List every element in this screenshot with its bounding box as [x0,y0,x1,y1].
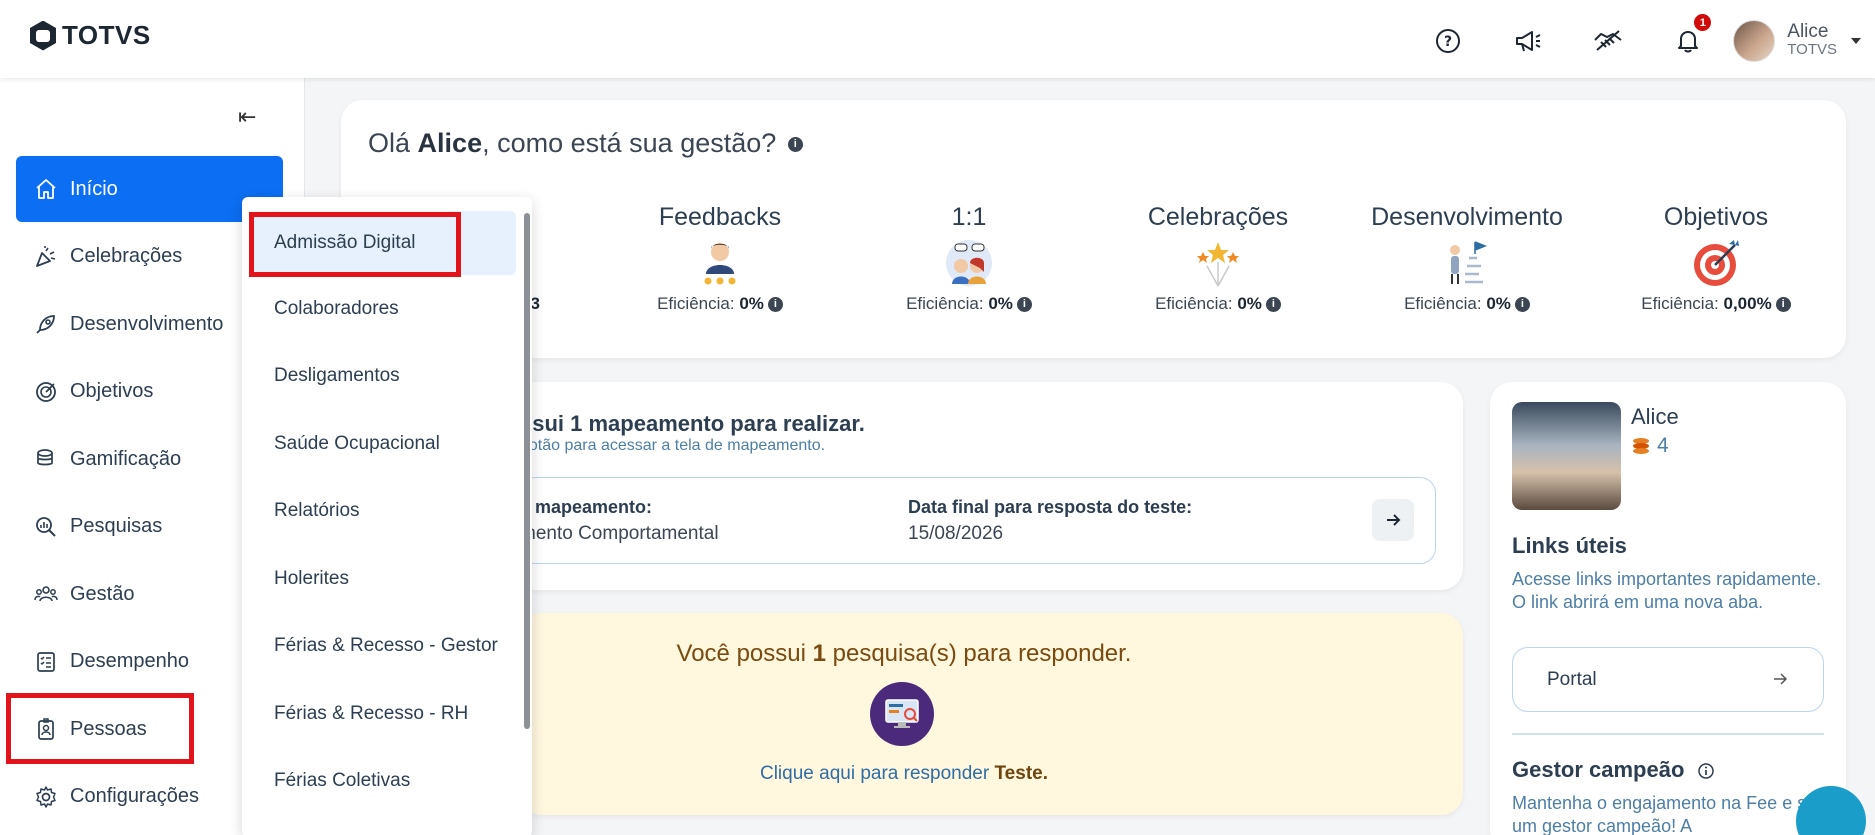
fireworks-icon [1197,242,1239,287]
submenu-item-saude-ocupacional[interactable]: Saúde Ocupacional [242,410,532,478]
megaphone-icon[interactable] [1513,26,1543,56]
svg-text:?: ? [1444,34,1452,50]
sidebar-item-label: Desenvolvimento [70,312,224,335]
profile-name: Alice [1631,404,1679,429]
users-icon [34,586,58,602]
metric-one-on-one[interactable]: 1:1 Eficiência: 0% i [869,203,1069,314]
user-name: Alice [1787,21,1829,42]
sidebar-item-label: Pesquisas [70,515,163,537]
sidebar-item-label: Desempenho [70,650,189,672]
user-company: TOTVS [1787,41,1837,58]
target-arrow-icon [1694,240,1739,286]
submenu-item-colaboradores[interactable]: Colaboradores [242,275,532,343]
target-icon [36,381,56,402]
metric-objetivos[interactable]: Objetivos Eficiência: 0,00% i [1616,203,1816,314]
coins-icon [37,449,53,466]
gear-icon [36,785,56,808]
brand-name: TOTVS [62,20,151,50]
submenu-item-ferias-rh[interactable]: Férias & Recesso - RH [242,680,532,748]
page-title: Olá Alice, como está sua gestão? i [368,128,803,159]
mapping-box[interactable] [520,477,1436,564]
info-icon[interactable]: i [787,137,803,153]
id-badge-icon [38,718,54,740]
survey-title: Você possui 1 pesquisa(s) para responder… [676,640,1132,667]
feedback-person-icon [704,243,736,285]
info-icon[interactable]: i [1265,297,1281,313]
open-mapping-button[interactable] [1372,499,1414,541]
portal-link[interactable]: Portal [1512,647,1824,712]
links-title: Links úteis [1512,533,1627,558]
bell-icon[interactable]: 1 [1673,14,1712,56]
profile-photo [1512,402,1621,510]
info-icon[interactable]: i [1514,297,1530,313]
mapping-type-label: e mapeamento: [520,497,653,517]
mapping-deadline-label: Data final para resposta do teste: [908,497,1193,517]
sidebar-item-label: Celebrações [70,245,183,267]
survey-monitor-icon [870,682,934,746]
submenu-item-holerites[interactable]: Holerites [242,545,532,613]
info-icon[interactable]: i [1016,297,1032,313]
info-icon[interactable]: i [767,297,783,313]
metric-celebracoes[interactable]: Celebrações Eficiência: 0% i [1118,203,1318,314]
submenu-item-admissao-digital[interactable]: Admissão Digital [252,211,516,275]
profile-coins: 4 [1631,434,1669,458]
submenu-item-ferias-gestor[interactable]: Férias & Recesso - Gestor [242,613,532,681]
logo-mark [30,20,56,51]
sidebar-item-label: Gestão [70,582,135,605]
checklist-icon [37,651,55,672]
arrow-right-icon [1774,673,1788,685]
search-chart-icon [36,516,56,537]
submenu-item-desligamentos[interactable]: Desligamentos [242,343,532,411]
sidebar-item-label: Pessoas [70,717,147,740]
party-icon [36,245,56,267]
collapse-sidebar-icon[interactable]: ⇤ [238,104,256,130]
mapping-title: ssui 1 mapeamento para realizar. [520,411,865,436]
divider [1512,733,1824,735]
chevron-down-icon [1851,38,1861,44]
metric-title: Feedbacks [658,203,782,231]
mapping-deadline-value: 15/08/2026 [908,523,1004,544]
coins-icon [1633,438,1649,454]
sidebar-item-label: Início [70,177,118,200]
links-description: Acesse links importantes rapidamente. O … [1512,569,1822,612]
help-icon[interactable]: ? [1433,26,1463,56]
pessoas-submenu: Admissão Digital Colaboradores Desligame… [242,197,532,835]
notification-badge: 1 [1694,14,1712,31]
arrow-right-icon [1387,514,1401,526]
home-icon [36,179,56,199]
top-bar: TOTVS ? 1 Alice TOTVS [0,0,1875,78]
metric-title: Celebrações [1147,203,1289,231]
metric-title: 1:1 [951,203,987,231]
mapping-subtitle: botão para acessar a tela de mapeamento. [520,437,826,454]
metric-desenvolvimento[interactable]: Desenvolvimento Eficiência: 0% i [1367,203,1567,314]
user-menu[interactable]: Alice TOTVS [1733,20,1861,62]
info-icon[interactable]: i [1775,297,1791,313]
gestor-description: Mantenha o engajamento na Fee e seja um … [1512,793,1831,835]
metric-title: Desenvolvimento [1371,203,1563,231]
totvs-logo[interactable]: TOTVS [30,20,151,51]
info-outline-icon[interactable] [1697,762,1715,780]
metric-feedbacks[interactable]: Feedbacks Eficiência: 0% i [620,203,820,314]
submenu-scrollbar[interactable] [524,213,530,729]
mapping-type-value: mento Comportamental [520,523,719,544]
top-actions: ? 1 Alice TOTVS [1433,14,1875,62]
conversation-icon [946,240,992,286]
sidebar-item-label: Configurações [70,785,199,807]
submenu-item-ferias-coletivas[interactable]: Férias Coletivas [242,748,532,816]
gestor-title: Gestor campeão [1512,757,1715,783]
handshake-icon[interactable] [1593,26,1623,56]
rocket-icon [36,315,55,334]
survey-link[interactable]: Clique aqui para responder Teste. [520,763,1288,785]
sidebar-item-label: Objetivos [70,380,154,402]
metric-title: Objetivos [1663,203,1769,231]
avatar [1733,20,1776,62]
growth-ladder-icon [1450,241,1488,284]
submenu-item-relatorios[interactable]: Relatórios [242,478,532,546]
sidebar-item-label: Gamificação [70,447,182,470]
